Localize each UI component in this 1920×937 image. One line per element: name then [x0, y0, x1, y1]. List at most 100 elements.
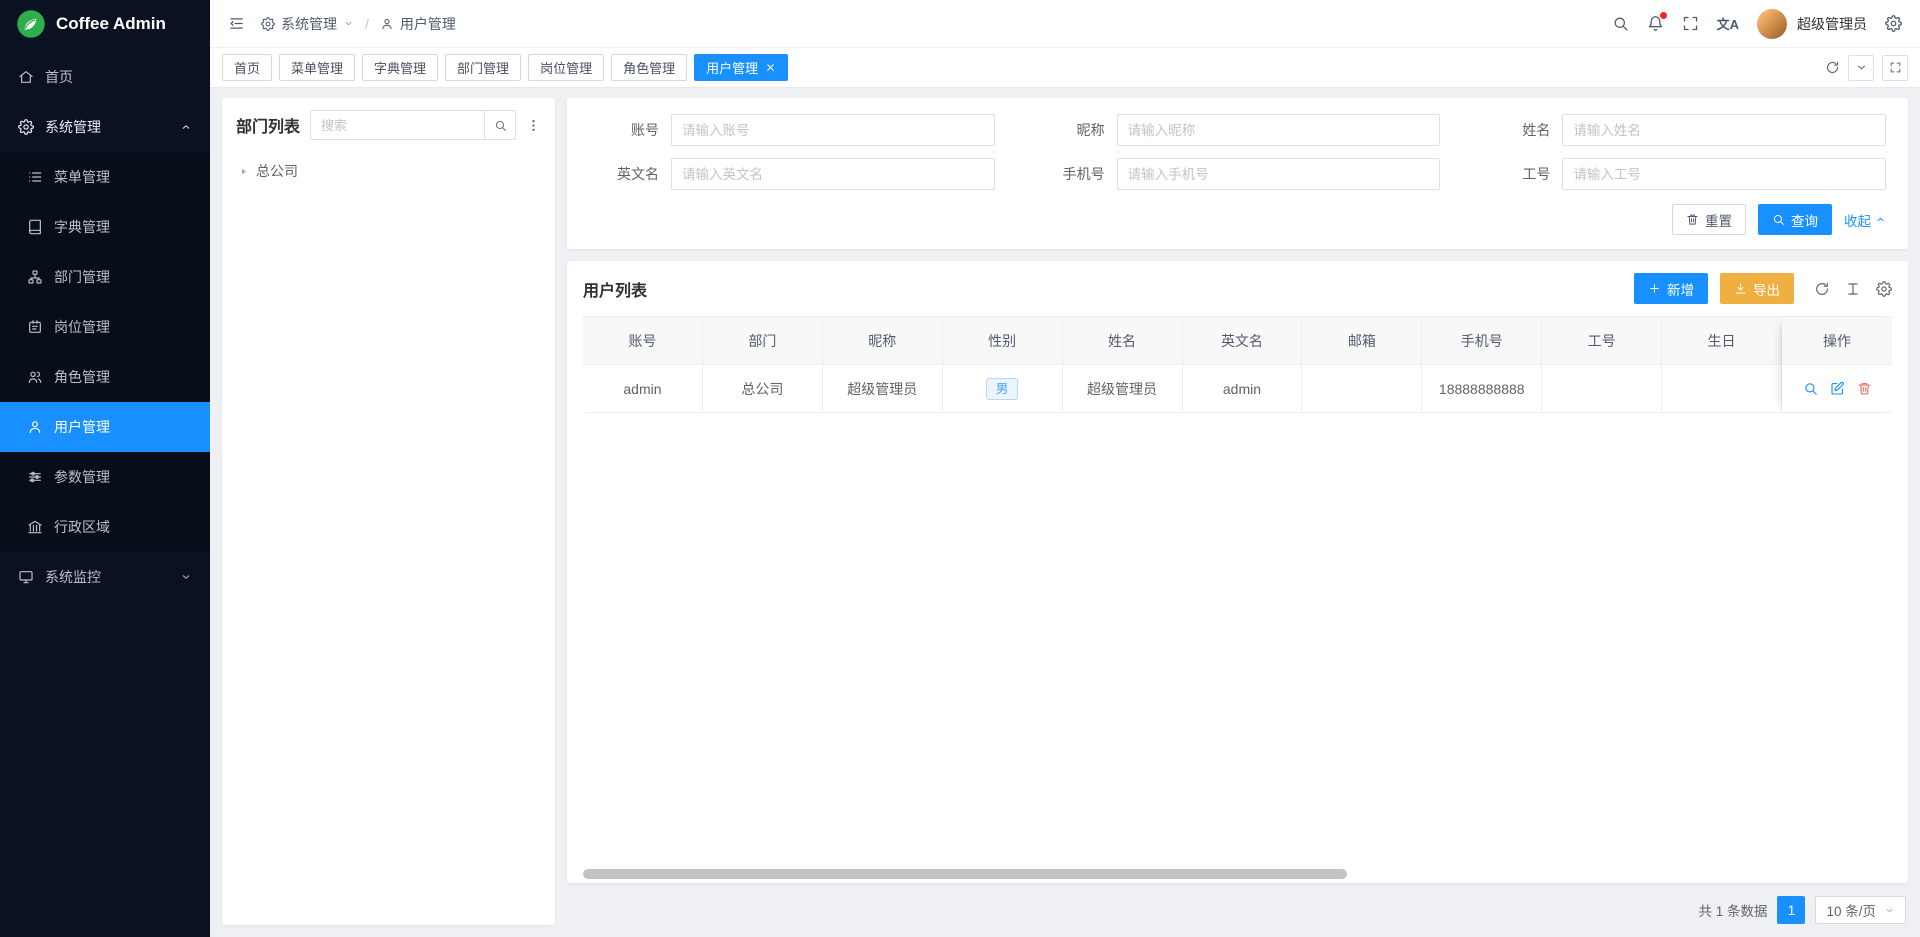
delete-icon[interactable] — [1857, 381, 1872, 396]
maximize-icon — [1889, 61, 1902, 74]
sidebar-item-post-management[interactable]: 岗位管理 — [0, 302, 210, 352]
column-header: 账号 — [583, 317, 703, 365]
translate-icon[interactable]: 文A — [1717, 14, 1739, 33]
export-button[interactable]: 导出 — [1720, 273, 1794, 304]
cell-actions — [1782, 365, 1892, 413]
tabs-dropdown-button[interactable] — [1848, 55, 1874, 81]
collapse-filter-link[interactable]: 收起 — [1844, 210, 1886, 230]
tab-post-management[interactable]: 岗位管理 — [528, 54, 604, 81]
column-header: 姓名 — [1063, 317, 1183, 365]
add-button-label: 新增 — [1667, 279, 1694, 299]
current-user-name[interactable]: 超级管理员 — [1797, 14, 1867, 34]
horizontal-scrollbar[interactable] — [583, 869, 1347, 879]
avatar[interactable] — [1757, 9, 1787, 39]
bank-icon — [27, 519, 43, 535]
search-icon[interactable] — [1612, 15, 1629, 32]
users-icon — [27, 369, 43, 385]
tab-menu-management[interactable]: 菜单管理 — [279, 54, 355, 81]
breadcrumb-system[interactable]: 系统管理 — [281, 14, 337, 34]
add-user-button[interactable]: 新增 — [1634, 273, 1708, 304]
sidebar-item-label: 菜单管理 — [54, 167, 110, 187]
department-search-button[interactable] — [484, 110, 516, 140]
sidebar-item-label: 岗位管理 — [54, 317, 110, 337]
chevron-down-icon — [180, 571, 192, 583]
tab-dict-management[interactable]: 字典管理 — [362, 54, 438, 81]
sidebar-item-role-management[interactable]: 角色管理 — [0, 352, 210, 402]
sidebar-item-admin-region[interactable]: 行政区域 — [0, 502, 210, 552]
sidebar-item-system-monitor[interactable]: 系统监控 — [0, 552, 210, 602]
cell-nickname: 超级管理员 — [823, 365, 943, 413]
sidebar-item-user-management[interactable]: 用户管理 — [0, 402, 210, 452]
account-field[interactable] — [671, 114, 995, 146]
department-more-icon[interactable] — [526, 118, 541, 133]
work-id-field[interactable] — [1562, 158, 1886, 190]
app-logo[interactable]: Coffee Admin — [0, 0, 210, 48]
search-icon — [1772, 213, 1785, 226]
edit-icon[interactable] — [1830, 381, 1845, 396]
maximize-content-button[interactable] — [1882, 55, 1908, 81]
sidebar-item-system-management[interactable]: 系统管理 — [0, 102, 210, 152]
field-label-english-name: 英文名 — [589, 164, 659, 184]
book-icon — [27, 219, 43, 235]
sidebar-item-label: 系统管理 — [45, 117, 101, 137]
department-tree: 总公司 — [236, 156, 541, 186]
tab-label: 用户管理 — [706, 58, 758, 77]
menu-fold-icon[interactable] — [228, 15, 245, 32]
cell-english-name: admin — [1183, 365, 1303, 413]
nickname-field[interactable] — [1117, 114, 1441, 146]
department-panel: 部门列表 总公司 — [222, 98, 555, 925]
department-search-input[interactable] — [310, 110, 484, 140]
refresh-tab-icon[interactable] — [1825, 60, 1840, 75]
refresh-icon[interactable] — [1814, 281, 1830, 297]
field-label-work-id: 工号 — [1480, 164, 1550, 184]
user-icon — [380, 17, 394, 31]
notification-dot — [1660, 12, 1667, 19]
chevron-up-icon — [180, 121, 192, 133]
sidebar-item-label: 用户管理 — [54, 417, 110, 437]
fullscreen-icon[interactable] — [1682, 15, 1699, 32]
close-icon[interactable] — [765, 62, 776, 73]
sidebar-item-menu-management[interactable]: 菜单管理 — [0, 152, 210, 202]
pagination: 共 1 条数据 1 10 条/页 — [567, 895, 1908, 925]
chevron-down-icon[interactable] — [343, 18, 354, 29]
density-icon[interactable] — [1845, 281, 1861, 297]
actions-column: 操作 — [1782, 317, 1892, 413]
tab-label: 岗位管理 — [540, 58, 592, 77]
query-button[interactable]: 查询 — [1758, 204, 1832, 235]
name-field[interactable] — [1562, 114, 1886, 146]
column-header: 性别 — [943, 317, 1063, 365]
sidebar-item-dict-management[interactable]: 字典管理 — [0, 202, 210, 252]
cell-work-id — [1542, 365, 1662, 413]
sidebar-item-home[interactable]: 首页 — [0, 52, 210, 102]
user-list-title: 用户列表 — [583, 277, 647, 301]
sidebar: Coffee Admin 首页 系统管理 菜单管理 字典管理 — [0, 0, 210, 937]
sidebar-item-label: 部门管理 — [54, 267, 110, 287]
settings-gear-icon[interactable] — [1885, 15, 1902, 32]
content-area: 部门列表 总公司 — [210, 88, 1920, 937]
tabs-bar: 首页 菜单管理 字典管理 部门管理 岗位管理 角色管理 用户管理 — [210, 48, 1920, 88]
tree-node-head-office[interactable]: 总公司 — [236, 156, 541, 186]
notification-bell-icon[interactable] — [1647, 15, 1664, 32]
phone-field[interactable] — [1117, 158, 1441, 190]
tab-user-management[interactable]: 用户管理 — [694, 54, 788, 81]
sidebar-item-dept-management[interactable]: 部门管理 — [0, 252, 210, 302]
tab-dept-management[interactable]: 部门管理 — [445, 54, 521, 81]
english-name-field[interactable] — [671, 158, 995, 190]
column-header: 工号 — [1542, 317, 1662, 365]
view-icon[interactable] — [1803, 381, 1818, 396]
page-size-select[interactable]: 10 条/页 — [1815, 896, 1906, 924]
tab-label: 角色管理 — [623, 58, 675, 77]
tab-role-management[interactable]: 角色管理 — [611, 54, 687, 81]
caret-right-icon[interactable] — [238, 166, 249, 177]
reset-button-label: 重置 — [1705, 210, 1732, 230]
page-number-button[interactable]: 1 — [1777, 896, 1805, 924]
column-header: 英文名 — [1183, 317, 1303, 365]
reset-button[interactable]: 重置 — [1672, 204, 1746, 235]
column-settings-gear-icon[interactable] — [1876, 281, 1892, 297]
field-label-nickname: 昵称 — [1035, 120, 1105, 140]
breadcrumb-current: 用户管理 — [400, 14, 456, 34]
tab-home[interactable]: 首页 — [222, 54, 272, 81]
logo-leaf-icon — [16, 9, 46, 39]
sidebar-item-label: 参数管理 — [54, 467, 110, 487]
sidebar-item-param-management[interactable]: 参数管理 — [0, 452, 210, 502]
